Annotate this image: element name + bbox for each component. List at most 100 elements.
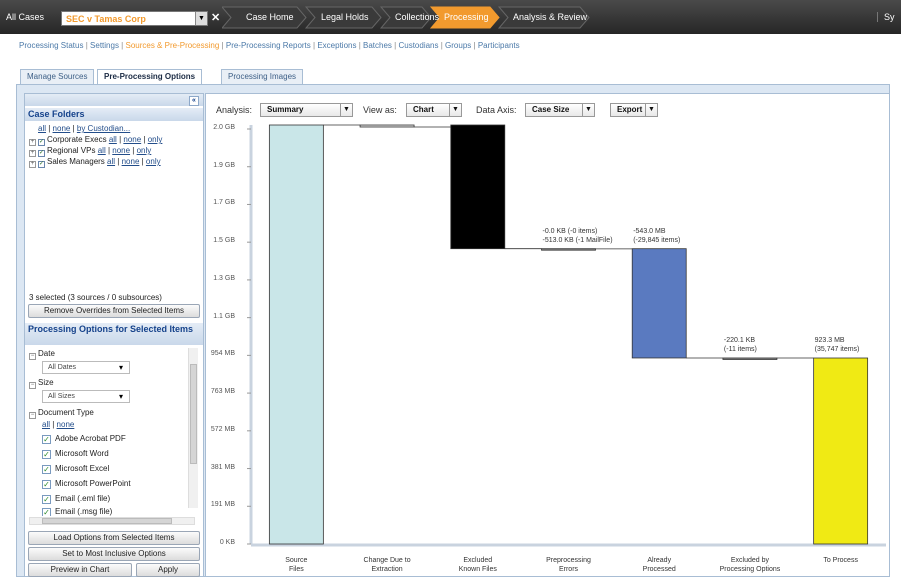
folder-only-link[interactable]: only <box>146 157 161 166</box>
chevron-down-icon[interactable]: ▼ <box>195 12 207 25</box>
x-tick-label-line: Excluded by <box>730 557 769 564</box>
date-select[interactable]: All Dates <box>42 361 130 374</box>
data-label-line: -220.1 KB <box>723 336 756 344</box>
collapse-icon[interactable]: − <box>29 353 36 360</box>
size-select[interactable]: All Sizes <box>42 390 130 403</box>
data-label: -220.1 KB (-11 items) <box>724 336 757 354</box>
bar-excluded-known-files[interactable] <box>450 124 506 250</box>
folder-label: Corporate Execs <box>47 135 107 144</box>
folder-checkbox[interactable]: ✓ <box>38 139 45 146</box>
folder-all-link[interactable]: all <box>109 135 117 144</box>
tab-processing-images[interactable]: Processing Images <box>221 69 304 84</box>
collapse-panel-icon[interactable]: « <box>189 96 199 106</box>
options-horizontal-scrollbar[interactable] <box>29 517 195 525</box>
folder-none-link[interactable]: none <box>112 146 130 155</box>
doctype-msg[interactable]: ✓ Email (.msg file) <box>42 507 112 516</box>
bar-excluded-by-processing-options[interactable] <box>722 357 778 360</box>
subnav-custodians[interactable]: Custodians <box>398 41 438 50</box>
folder-all-link[interactable]: all <box>107 157 115 166</box>
subnav-participants[interactable]: Participants <box>478 41 520 50</box>
options-vertical-scrollbar[interactable] <box>188 348 198 508</box>
case-select[interactable]: SEC v Tamas Corp ▼ <box>61 11 208 26</box>
apply-button[interactable]: Apply <box>136 563 200 577</box>
x-tick-label-line: Processing Options <box>719 566 781 573</box>
checkbox-checked[interactable]: ✓ <box>42 435 51 444</box>
breadcrumb-legal-holds[interactable]: Legal Holds <box>303 7 369 28</box>
folder-checkbox[interactable]: ✓ <box>38 161 45 168</box>
y-tick-label: 572 MB <box>210 425 235 433</box>
folders-none-link[interactable]: none <box>53 124 71 133</box>
checkbox-checked[interactable]: ✓ <box>42 495 51 504</box>
load-options-button[interactable]: Load Options from Selected Items <box>28 531 200 545</box>
checkbox-checked[interactable]: ✓ <box>42 450 51 459</box>
breadcrumb-case-home[interactable]: Case Home <box>228 7 294 28</box>
scrollbar-thumb[interactable] <box>190 364 197 464</box>
x-tick-label: To Process <box>796 556 886 565</box>
folder-only-link[interactable]: only <box>137 146 152 155</box>
folder-all-link[interactable]: all <box>98 146 106 155</box>
remove-overrides-button[interactable]: Remove Overrides from Selected Items <box>28 304 200 318</box>
breadcrumb-analysis-review[interactable]: Analysis & Review <box>495 7 587 28</box>
bar-source-files[interactable] <box>268 124 324 545</box>
folder-regional-vps: + ✓ Regional VPs all | none | only <box>29 146 152 157</box>
x-tick-label: Excluded by Processing Options <box>705 556 795 574</box>
y-tick-label: 1.7 GB <box>213 199 235 207</box>
case-select-value: SEC v Tamas Corp <box>66 14 146 24</box>
bar-already-processed[interactable] <box>631 248 687 359</box>
subnav-exceptions[interactable]: Exceptions <box>317 41 356 50</box>
checkbox-checked[interactable]: ✓ <box>42 508 51 516</box>
data-label: 923.3 MB (35,747 items) <box>815 336 860 354</box>
folder-none-link[interactable]: none <box>123 135 141 144</box>
doctype-excel[interactable]: ✓ Microsoft Excel <box>42 464 109 474</box>
folder-none-link[interactable]: none <box>122 157 140 166</box>
folders-all-link[interactable]: all <box>38 124 46 133</box>
subnav-sources-preprocessing[interactable]: Sources & Pre-Processing <box>125 41 219 50</box>
subnav-settings[interactable]: Settings <box>90 41 119 50</box>
x-tick-label-line: Excluded <box>463 557 493 564</box>
expand-icon[interactable]: + <box>29 139 36 146</box>
checkbox-checked[interactable]: ✓ <box>42 465 51 474</box>
doctype-powerpoint[interactable]: ✓ Microsoft PowerPoint <box>42 479 131 489</box>
preview-in-chart-button[interactable]: Preview in Chart <box>28 563 132 577</box>
set-most-inclusive-button[interactable]: Set to Most Inclusive Options <box>28 547 200 561</box>
folder-checkbox[interactable]: ✓ <box>38 150 45 157</box>
bar-to-process[interactable] <box>813 357 869 545</box>
breadcrumb-processing[interactable]: Processing <box>426 7 489 28</box>
sub-navigation: Processing Status | Settings | Sources &… <box>19 41 520 50</box>
checkbox-checked[interactable]: ✓ <box>42 480 51 489</box>
doctype-label: Email (.eml file) <box>55 494 111 503</box>
bar-preprocessing-errors[interactable] <box>541 248 596 251</box>
subnav-preprocessing-reports[interactable]: Pre-Processing Reports <box>226 41 311 50</box>
x-tick-label-line: Known Files <box>458 566 497 573</box>
selection-summary: 3 selected (3 sources / 0 subsources) <box>29 293 162 302</box>
date-filter: All Dates <box>42 361 130 374</box>
doctype-word[interactable]: ✓ Microsoft Word <box>42 449 109 459</box>
case-folders-header: Case Folders <box>25 108 203 121</box>
subnav-groups[interactable]: Groups <box>445 41 471 50</box>
y-tick-label: 2.0 GB <box>213 124 235 131</box>
doctype-pdf[interactable]: ✓ Adobe Acrobat PDF <box>42 434 126 444</box>
data-label-line: (-29,845 items) <box>633 236 681 244</box>
collapse-icon[interactable]: − <box>29 382 36 389</box>
system-menu-label[interactable]: Sy <box>877 12 895 22</box>
doctype-all-link[interactable]: all <box>42 420 50 429</box>
scrollbar-thumb[interactable] <box>42 518 172 524</box>
y-tick-label: 763 MB <box>210 388 235 396</box>
folder-label: Regional VPs <box>47 146 96 155</box>
all-cases-link[interactable]: All Cases <box>6 12 44 22</box>
doctype-eml[interactable]: ✓ Email (.eml file) <box>42 494 110 504</box>
subnav-batches[interactable]: Batches <box>363 41 392 50</box>
expand-icon[interactable]: + <box>29 150 36 157</box>
tab-manage-sources[interactable]: Manage Sources <box>20 69 95 84</box>
doctype-none-link[interactable]: none <box>57 420 75 429</box>
folder-only-link[interactable]: only <box>148 135 163 144</box>
tab-pre-processing-options[interactable]: Pre-Processing Options <box>97 69 203 85</box>
subnav-processing-status[interactable]: Processing Status <box>19 41 83 50</box>
folders-by-custodian-link[interactable]: by Custodian... <box>77 124 130 133</box>
expand-icon[interactable]: + <box>29 161 36 168</box>
close-icon[interactable]: ✕ <box>211 11 220 24</box>
processing-options-header: Processing Options for Selected Items <box>25 323 203 345</box>
x-tick-label-line: Processed <box>642 566 676 573</box>
collapse-icon[interactable]: − <box>29 412 36 419</box>
bar-change-due-to-extraction[interactable] <box>359 124 415 128</box>
